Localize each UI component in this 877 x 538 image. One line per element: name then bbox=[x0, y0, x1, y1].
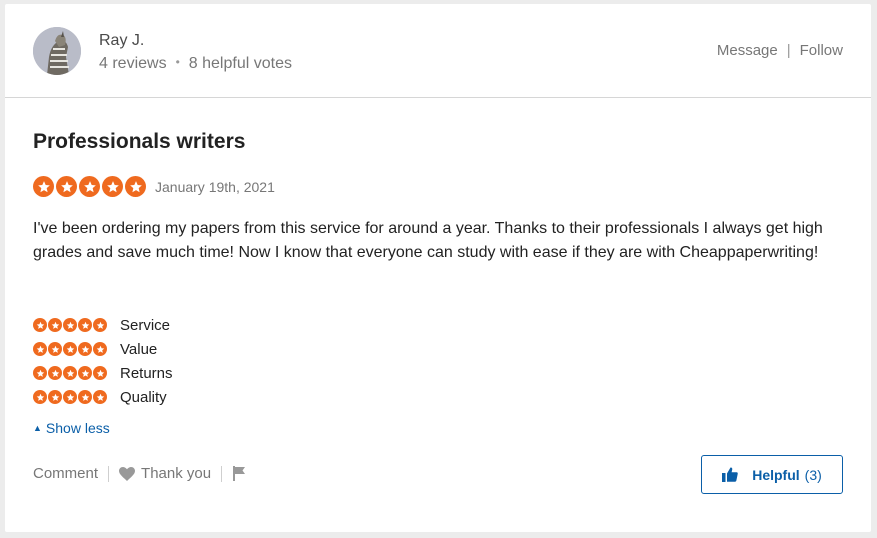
flag-icon[interactable] bbox=[232, 466, 246, 481]
star-icon bbox=[125, 176, 146, 197]
footer-divider bbox=[221, 465, 223, 482]
star-icon bbox=[33, 390, 47, 404]
star-icon bbox=[63, 390, 77, 404]
comment-button[interactable]: Comment bbox=[33, 465, 98, 482]
star-icon bbox=[48, 318, 62, 332]
stats-separator-dot: • bbox=[175, 55, 180, 69]
heart-icon bbox=[119, 466, 136, 481]
sub-rating-service: Service bbox=[33, 313, 173, 337]
sub-rating-quality: Quality bbox=[33, 385, 173, 409]
thank-you-label: Thank you bbox=[141, 465, 212, 482]
sub-rating-value: Value bbox=[33, 337, 173, 361]
star-icon bbox=[33, 342, 47, 356]
thumbs-up-icon bbox=[722, 467, 738, 482]
review-title: Professionals writers bbox=[33, 130, 246, 153]
footer-actions: Comment Thank you bbox=[33, 465, 246, 482]
star-icon bbox=[48, 366, 62, 380]
message-link[interactable]: Message bbox=[717, 42, 778, 59]
review-card: Ray J. 4 reviews • 8 helpful votes Message… bbox=[5, 4, 871, 532]
sub-rating-stars bbox=[33, 366, 108, 380]
follow-link[interactable]: Follow bbox=[800, 42, 843, 59]
star-icon bbox=[33, 176, 54, 197]
review-rating: January 19th, 2021 bbox=[33, 176, 275, 197]
star-icon bbox=[93, 390, 107, 404]
star-icon bbox=[63, 366, 77, 380]
helpful-votes-count: 8 helpful votes bbox=[188, 55, 292, 72]
caret-up-icon: ▲ bbox=[33, 423, 42, 433]
helpful-count: (3) bbox=[804, 466, 822, 483]
header-actions-separator: | bbox=[786, 42, 791, 59]
author-stats: 4 reviews • 8 helpful votes bbox=[99, 55, 292, 73]
star-icon bbox=[56, 176, 77, 197]
star-icon bbox=[93, 318, 107, 332]
sub-rating-label: Quality bbox=[120, 388, 167, 406]
sub-rating-returns: Returns bbox=[33, 361, 173, 385]
star-icon bbox=[78, 318, 92, 332]
avatar[interactable] bbox=[33, 27, 81, 75]
author-name[interactable]: Ray J. bbox=[99, 32, 144, 50]
review-header: Ray J. 4 reviews • 8 helpful votes Message… bbox=[5, 4, 871, 98]
star-icon bbox=[79, 176, 100, 197]
helpful-label: Helpful bbox=[752, 466, 800, 483]
star-icon bbox=[78, 390, 92, 404]
thank-you-button[interactable]: Thank you bbox=[119, 465, 211, 482]
star-icon bbox=[78, 366, 92, 380]
review-date: January 19th, 2021 bbox=[155, 178, 275, 195]
sub-rating-label: Value bbox=[120, 340, 158, 358]
star-icon bbox=[63, 342, 77, 356]
show-less-link[interactable]: ▲ Show less bbox=[33, 420, 110, 436]
star-icon bbox=[63, 318, 77, 332]
sub-rating-stars bbox=[33, 342, 108, 356]
star-icon bbox=[33, 318, 47, 332]
star-icon bbox=[48, 342, 62, 356]
sub-rating-stars bbox=[33, 390, 108, 404]
helpful-button[interactable]: Helpful (3) bbox=[701, 455, 843, 494]
star-icon bbox=[93, 366, 107, 380]
star-icon bbox=[93, 342, 107, 356]
show-less-label: Show less bbox=[45, 420, 110, 436]
review-body: I've been ordering my papers from this s… bbox=[33, 220, 823, 261]
star-icon bbox=[48, 390, 62, 404]
footer-divider bbox=[108, 465, 110, 482]
star-icon bbox=[33, 366, 47, 380]
review-count: 4 reviews bbox=[99, 55, 167, 72]
sub-rating-label: Returns bbox=[120, 364, 173, 382]
sub-rating-label: Service bbox=[120, 316, 171, 334]
star-icon bbox=[102, 176, 123, 197]
sub-rating-stars bbox=[33, 318, 108, 332]
header-actions: Message | Follow bbox=[717, 42, 843, 59]
sub-ratings: Service Value Returns Quality bbox=[33, 313, 173, 409]
star-icon bbox=[78, 342, 92, 356]
